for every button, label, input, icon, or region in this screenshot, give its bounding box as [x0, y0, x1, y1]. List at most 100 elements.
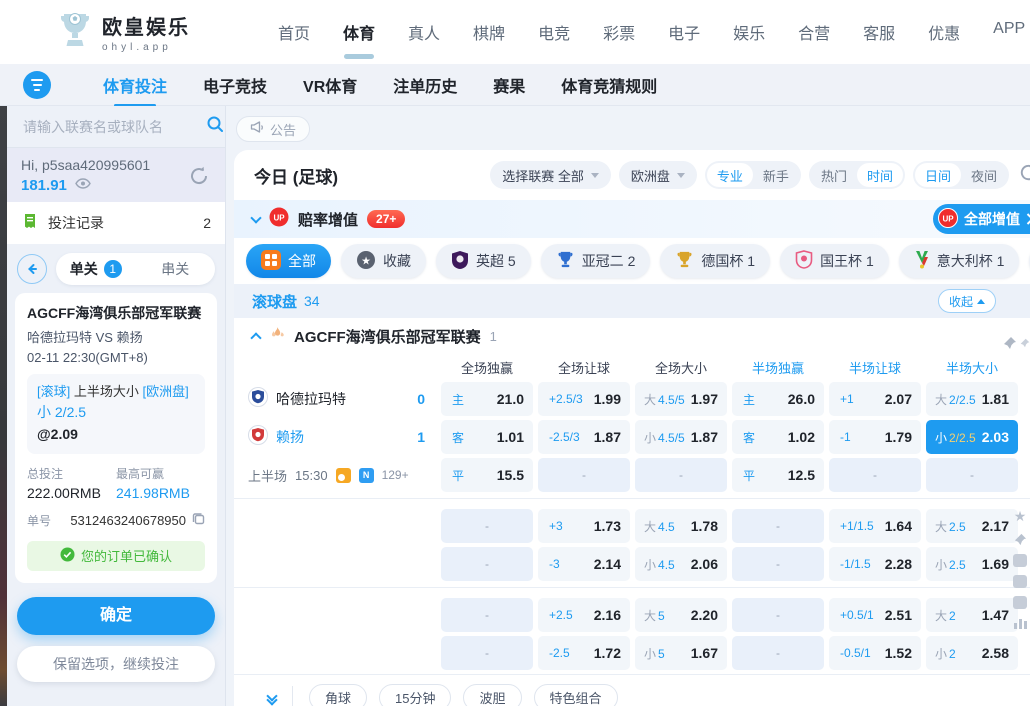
odds-cell[interactable]: 小4.5/51.87	[635, 420, 727, 454]
night-option[interactable]: 夜间	[961, 163, 1007, 187]
odds-cell[interactable]: +12.07	[829, 382, 921, 416]
extra-odds-row: -+31.73大4.51.78-+1/1.51.64大2.52.17	[234, 509, 1030, 543]
odds-cell[interactable]: +0.5/12.51	[829, 598, 921, 632]
odds-cell[interactable]: -0.5/11.52	[829, 636, 921, 670]
refresh-balance-icon[interactable]	[187, 164, 211, 193]
menu-icon[interactable]	[23, 71, 51, 99]
mode-pro[interactable]: 专业	[707, 163, 753, 187]
odds-cell[interactable]: 小51.67	[635, 636, 727, 670]
topnav-item-8[interactable]: 合营	[798, 20, 830, 44]
footer-tab-3[interactable]: 特色组合	[534, 684, 618, 706]
topnav-item-9[interactable]: 客服	[863, 20, 895, 44]
odds-cell[interactable]: -2.5/31.87	[538, 420, 630, 454]
topnav-item-4[interactable]: 电竞	[538, 20, 570, 44]
league-chip-2[interactable]: 英超 5	[436, 244, 531, 278]
topnav-item-5[interactable]: 彩票	[603, 20, 635, 44]
topnav-item-0[interactable]: 首页	[278, 20, 310, 44]
league-chip-6[interactable]: 意大利杯 1	[899, 244, 1020, 278]
subnav-item-1[interactable]: 电子竞技	[203, 73, 267, 97]
copy-icon[interactable]	[192, 512, 205, 530]
odds-cell[interactable]: 小4.52.06	[635, 547, 727, 581]
odds-cell[interactable]: -11.79	[829, 420, 921, 454]
league-select[interactable]: 选择联赛 全部	[490, 161, 611, 189]
subnav-item-5[interactable]: 体育竞猜规则	[561, 73, 657, 97]
sort-hot[interactable]: 热门	[811, 163, 857, 187]
refresh-icon[interactable]	[1017, 161, 1030, 189]
odds-cell[interactable]: 小2.51.69	[926, 547, 1018, 581]
all-boost-button[interactable]: UP 全部增值	[933, 204, 1030, 234]
topnav-item-1[interactable]: 体育	[343, 20, 375, 44]
league-chip-5[interactable]: 国王杯 1	[780, 244, 889, 278]
footer-tab-1[interactable]: 15分钟	[379, 684, 451, 706]
pin-icon[interactable]	[1014, 533, 1027, 546]
subnav-item-4[interactable]: 赛果	[493, 73, 525, 97]
odds-cell-value: 1.87	[691, 429, 718, 445]
confirm-button[interactable]: 确定	[17, 597, 215, 635]
sort-time[interactable]: 时间	[857, 163, 903, 187]
league-chip-4[interactable]: 德国杯 1	[660, 244, 770, 278]
topnav-item-10[interactable]: 优惠	[928, 20, 960, 44]
odds-cell[interactable]: 平15.5	[441, 458, 533, 492]
odds-type-select[interactable]: 欧洲盘	[619, 161, 697, 189]
up-boost-icon: UP	[269, 207, 289, 232]
odds-cell[interactable]: 小22.58	[926, 636, 1018, 670]
widget-icon[interactable]	[1013, 596, 1027, 609]
odds-cell[interactable]: 大21.47	[926, 598, 1018, 632]
chevron-up-icon[interactable]	[250, 332, 261, 343]
subnav-item-0[interactable]: 体育投注	[103, 73, 167, 97]
bet-record-row[interactable]: 投注记录 2	[7, 202, 225, 244]
tab-parlay[interactable]: 串关	[136, 253, 216, 285]
footer-tab-0[interactable]: 角球	[309, 684, 367, 706]
search-icon[interactable]	[206, 115, 224, 138]
topnav-item-11[interactable]: APP	[993, 20, 1025, 44]
tab-single[interactable]: 单关 1	[56, 253, 136, 285]
footer-tab-2[interactable]: 波胆	[463, 684, 521, 706]
odds-cell[interactable]: 大2/2.51.81	[926, 382, 1018, 416]
star-icon[interactable]: ★	[1014, 508, 1027, 525]
odds-cell[interactable]: +1/1.51.64	[829, 509, 921, 543]
double-chevron-down-icon[interactable]	[268, 692, 276, 704]
league-chip-0[interactable]: 全部	[246, 244, 331, 278]
odds-cell[interactable]: 主21.0	[441, 382, 533, 416]
odds-cell[interactable]: -1/1.52.28	[829, 547, 921, 581]
odds-cell[interactable]: 大2.52.17	[926, 509, 1018, 543]
site-logo[interactable]: 欧皇娱乐 ohyl.app	[58, 10, 190, 55]
chevron-down-icon[interactable]	[250, 212, 261, 223]
league-chip-1[interactable]: ★收藏	[341, 244, 426, 278]
odds-cell[interactable]: 小2/2.52.03	[926, 420, 1018, 454]
odds-cell[interactable]: 大4.51.78	[635, 509, 727, 543]
keep-selection-button[interactable]: 保留选项，继续投注	[17, 646, 215, 682]
topnav-item-6[interactable]: 电子	[668, 20, 700, 44]
odds-cell-label: 小2/2.5	[935, 429, 976, 446]
odds-cell[interactable]: +2.5/31.99	[538, 382, 630, 416]
topnav-item-3[interactable]: 棋牌	[473, 20, 505, 44]
topnav-item-7[interactable]: 娱乐	[733, 20, 765, 44]
odds-cell[interactable]: 主26.0	[732, 382, 824, 416]
day-option[interactable]: 日间	[915, 163, 961, 187]
eye-icon[interactable]	[75, 176, 91, 194]
search-input[interactable]	[21, 118, 206, 136]
subnav-item-3[interactable]: 注单历史	[393, 73, 457, 97]
odds-cell[interactable]: 大4.5/51.97	[635, 382, 727, 416]
widget-icon[interactable]	[1013, 554, 1027, 567]
odds-cell[interactable]: +31.73	[538, 509, 630, 543]
odds-cell[interactable]: -2.51.72	[538, 636, 630, 670]
pin-icon[interactable]	[1020, 336, 1030, 350]
league-chip-3[interactable]: 亚冠二 2	[541, 244, 651, 278]
back-button[interactable]	[17, 254, 47, 284]
odds-cell-value: 2.06	[691, 556, 718, 572]
topnav-item-2[interactable]: 真人	[408, 20, 440, 44]
widget-icon[interactable]	[1013, 575, 1027, 588]
bar-chart-icon[interactable]	[1014, 617, 1027, 629]
odds-cell[interactable]: 客1.01	[441, 420, 533, 454]
announcement-pill[interactable]: 公告	[236, 116, 310, 142]
odds-cell[interactable]: +2.52.16	[538, 598, 630, 632]
pin-icon[interactable]	[1003, 336, 1017, 350]
odds-cell[interactable]: -32.14	[538, 547, 630, 581]
subnav-item-2[interactable]: VR体育	[303, 73, 357, 97]
odds-cell[interactable]: 平12.5	[732, 458, 824, 492]
odds-cell[interactable]: 大52.20	[635, 598, 727, 632]
odds-cell[interactable]: 客1.02	[732, 420, 824, 454]
collapse-button[interactable]: 收起	[938, 289, 996, 313]
mode-novice[interactable]: 新手	[753, 163, 799, 187]
